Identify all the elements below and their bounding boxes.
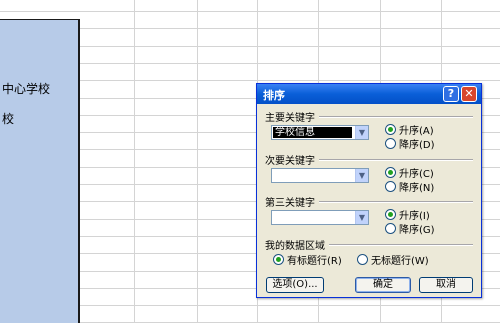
column-a-selection[interactable]: 中心学校 校 <box>0 20 80 323</box>
data-range-label: 我的数据区域 <box>265 241 325 252</box>
chevron-down-icon[interactable]: ▼ <box>355 126 368 139</box>
cancel-button[interactable]: 取消 <box>419 277 473 293</box>
radio-unchecked-icon[interactable] <box>385 181 396 192</box>
chevron-down-icon[interactable]: ▼ <box>355 169 368 182</box>
secondary-key-select[interactable]: ▼ <box>271 168 369 183</box>
primary-key-divider <box>319 116 473 117</box>
dialog-titlebar[interactable]: 排序 ? ✕ <box>257 84 481 104</box>
cell-a-text-2[interactable]: 校 <box>2 110 14 127</box>
cell-a-text-1[interactable]: 中心学校 <box>2 80 50 97</box>
radio-checked-icon[interactable] <box>273 254 284 265</box>
options-button[interactable]: 选项(O)... <box>266 277 324 293</box>
grid-row-line <box>0 11 500 12</box>
radio-checked-icon[interactable] <box>385 124 396 135</box>
primary-desc-radio[interactable]: 降序(D) <box>385 138 435 151</box>
sort-dialog: 排序 ? ✕ 主要关键字 学校信息 ▼ 升序(A) 降序(D) 次要关键字 ▼ … <box>256 83 482 298</box>
tertiary-key-divider <box>319 201 473 202</box>
primary-key-select[interactable]: 学校信息 ▼ <box>271 125 369 140</box>
has-header-label: 有标题行(R) <box>287 256 342 267</box>
data-range-divider <box>329 244 473 245</box>
tertiary-key-label: 第三关键字 <box>265 198 315 209</box>
no-header-label: 无标题行(W) <box>371 256 429 267</box>
chevron-down-icon[interactable]: ▼ <box>355 211 368 224</box>
secondary-asc-radio[interactable]: 升序(C) <box>385 167 434 180</box>
has-header-radio[interactable]: 有标题行(R) <box>273 254 342 267</box>
secondary-key-label: 次要关键字 <box>265 156 315 167</box>
radio-checked-icon[interactable] <box>385 167 396 178</box>
radio-checked-icon[interactable] <box>385 209 396 220</box>
primary-asc-radio[interactable]: 升序(A) <box>385 124 434 137</box>
secondary-desc-radio[interactable]: 降序(N) <box>385 181 435 194</box>
secondary-desc-label: 降序(N) <box>399 183 435 194</box>
tertiary-desc-label: 降序(G) <box>399 225 435 236</box>
primary-key-label: 主要关键字 <box>265 113 315 124</box>
secondary-key-value <box>273 170 277 181</box>
tertiary-desc-radio[interactable]: 降序(G) <box>385 223 435 236</box>
tertiary-asc-label: 升序(I) <box>399 211 430 222</box>
tertiary-key-select[interactable]: ▼ <box>271 210 369 225</box>
dialog-title: 排序 <box>263 89 285 102</box>
secondary-asc-label: 升序(C) <box>399 169 434 180</box>
no-header-radio[interactable]: 无标题行(W) <box>357 254 429 267</box>
primary-key-value: 学校信息 <box>273 127 352 138</box>
ok-button[interactable]: 确定 <box>355 277 411 293</box>
tertiary-asc-radio[interactable]: 升序(I) <box>385 209 430 222</box>
secondary-key-divider <box>319 159 473 160</box>
radio-unchecked-icon[interactable] <box>385 223 396 234</box>
radio-unchecked-icon[interactable] <box>385 138 396 149</box>
grid-col-line <box>134 0 135 323</box>
help-button[interactable]: ? <box>443 86 459 102</box>
close-button[interactable]: ✕ <box>461 86 477 102</box>
grid-col-line <box>197 0 198 323</box>
tertiary-key-value <box>273 212 277 223</box>
radio-unchecked-icon[interactable] <box>357 254 368 265</box>
primary-asc-label: 升序(A) <box>399 126 434 137</box>
primary-desc-label: 降序(D) <box>399 140 435 151</box>
